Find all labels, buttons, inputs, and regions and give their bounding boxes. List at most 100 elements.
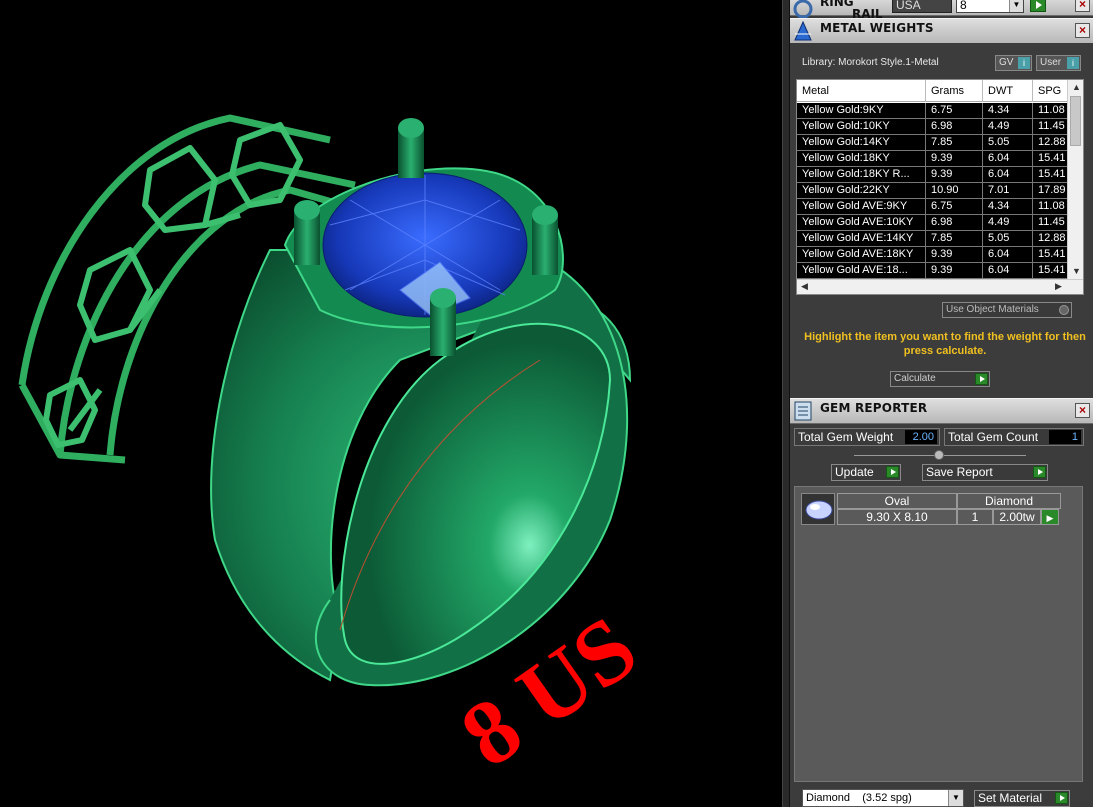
chevron-down-icon[interactable]: ▼ bbox=[1072, 266, 1081, 276]
save-report-label: Save Report bbox=[926, 465, 993, 479]
calculate-button[interactable]: Calculate bbox=[890, 371, 990, 387]
update-button[interactable]: Update bbox=[831, 464, 901, 481]
panel-divider[interactable] bbox=[782, 0, 790, 807]
ring-size-value: 8 bbox=[960, 0, 967, 12]
table-cell: 10.90 bbox=[926, 183, 983, 199]
info-icon: i bbox=[1067, 57, 1079, 69]
column-header[interactable]: DWT bbox=[983, 80, 1033, 102]
total-gem-count-value: 1 bbox=[1049, 430, 1081, 444]
total-gem-weight-value: 2.00 bbox=[905, 430, 937, 444]
apply-size-button[interactable] bbox=[1030, 0, 1046, 12]
ring-size-select[interactable]: 8 ▼ bbox=[956, 0, 1024, 13]
table-cell: 6.98 bbox=[926, 215, 983, 231]
user-label: User bbox=[1040, 57, 1062, 68]
metal-weights-header: METAL WEIGHTS × bbox=[790, 18, 1093, 44]
calculate-label: Calculate bbox=[894, 373, 936, 384]
save-report-button[interactable]: Save Report bbox=[922, 464, 1048, 481]
table-row[interactable]: Yellow Gold:9KY 6.75 4.34 11.08 bbox=[797, 103, 1073, 119]
play-icon[interactable] bbox=[886, 466, 899, 478]
use-object-materials-toggle[interactable]: Use Object Materials bbox=[942, 302, 1072, 318]
table-cell: 5.05 bbox=[983, 231, 1033, 247]
library-label: Library: Morokort Style.1-Metal bbox=[802, 57, 939, 68]
table-row[interactable]: Yellow Gold:18KY R... 9.39 6.04 15.41 bbox=[797, 167, 1073, 183]
chevron-left-icon[interactable]: ◀ bbox=[801, 281, 808, 292]
use-object-materials-label: Use Object Materials bbox=[946, 304, 1039, 315]
close-icon[interactable]: × bbox=[1075, 403, 1090, 418]
play-icon[interactable] bbox=[975, 373, 988, 385]
table-row[interactable]: Yellow Gold AVE:10KY 6.98 4.49 11.45 bbox=[797, 215, 1073, 231]
table-cell: Yellow Gold AVE:18... bbox=[797, 263, 926, 279]
table-row[interactable]: Yellow Gold:10KY 6.98 4.49 11.45 bbox=[797, 119, 1073, 135]
set-material-label: Set Material bbox=[978, 791, 1043, 805]
table-rows: Yellow Gold:9KY 6.75 4.34 11.08 Yellow Gold:… bbox=[797, 103, 1073, 279]
column-header[interactable]: Metal bbox=[797, 80, 926, 102]
table-row[interactable]: Yellow Gold:22KY 10.90 7.01 17.89 bbox=[797, 183, 1073, 199]
table-cell: 6.04 bbox=[983, 167, 1033, 183]
3d-viewport[interactable]: 8 US bbox=[0, 0, 782, 807]
gem-count: 1 bbox=[957, 509, 993, 525]
column-header[interactable]: Grams bbox=[926, 80, 983, 102]
table-cell: 6.75 bbox=[926, 199, 983, 215]
gem-list[interactable]: Oval Diamond 9.30 X 8.10 1 2.00tw ▶ bbox=[794, 486, 1083, 782]
table-cell: 4.49 bbox=[983, 119, 1033, 135]
set-material-button[interactable]: Set Material bbox=[974, 790, 1070, 807]
gem-material: Diamond bbox=[957, 493, 1061, 509]
play-icon[interactable] bbox=[1033, 466, 1046, 478]
chevron-right-icon[interactable]: ▶ bbox=[1055, 281, 1062, 292]
table-row[interactable]: Yellow Gold AVE:14KY 7.85 5.05 12.88 bbox=[797, 231, 1073, 247]
ring-rail-title-1: RING bbox=[820, 0, 854, 9]
close-icon[interactable]: × bbox=[1075, 0, 1090, 12]
chevron-down-icon[interactable]: ▼ bbox=[1009, 0, 1023, 12]
scroll-thumb[interactable] bbox=[1070, 96, 1081, 146]
table-cell: 7.85 bbox=[926, 231, 983, 247]
scale-icon bbox=[792, 20, 814, 42]
table-cell: Yellow Gold:18KY R... bbox=[797, 167, 926, 183]
table-cell: 9.39 bbox=[926, 151, 983, 167]
chevron-up-icon[interactable]: ▲ bbox=[1072, 82, 1081, 92]
material-select[interactable]: Diamond (3.52 spg) ▼ bbox=[802, 789, 964, 807]
table-row[interactable]: Yellow Gold AVE:18KY 9.39 6.04 15.41 bbox=[797, 247, 1073, 263]
side-panel: RING RAIL USA 8 ▼ × METAL WEIGHTS × Libr… bbox=[790, 0, 1093, 807]
table-cell: 6.75 bbox=[926, 103, 983, 119]
update-label: Update bbox=[835, 465, 874, 479]
table-cell: 6.98 bbox=[926, 119, 983, 135]
table-row[interactable]: Yellow Gold AVE:9KY 6.75 4.34 11.08 bbox=[797, 199, 1073, 215]
metal-weights-title: METAL WEIGHTS bbox=[820, 21, 934, 35]
table-cell: 6.04 bbox=[983, 247, 1033, 263]
panel-slider-handle[interactable] bbox=[934, 450, 944, 460]
table-cell: 9.39 bbox=[926, 247, 983, 263]
vertical-scrollbar[interactable]: ▲ ▼ bbox=[1067, 80, 1083, 280]
size-standard-select[interactable]: USA bbox=[892, 0, 952, 13]
table-row[interactable]: Yellow Gold:18KY 9.39 6.04 15.41 bbox=[797, 151, 1073, 167]
table-cell: 4.34 bbox=[983, 103, 1033, 119]
instruction-text: Highlight the item you want to find the … bbox=[804, 331, 1086, 357]
oval-gem-icon bbox=[801, 493, 835, 525]
gv-toggle[interactable]: GV i bbox=[995, 55, 1032, 71]
table-cell: Yellow Gold AVE:10KY bbox=[797, 215, 926, 231]
ring-rail-icon bbox=[792, 0, 814, 20]
metal-table[interactable]: Metal Grams DWT SPG Yellow Gold:9KY 6.75 4… bbox=[796, 79, 1084, 295]
total-gem-weight-label: Total Gem Weight bbox=[798, 430, 894, 444]
table-cell: 6.04 bbox=[983, 151, 1033, 167]
table-cell: 9.39 bbox=[926, 167, 983, 183]
table-cell: 4.49 bbox=[983, 215, 1033, 231]
gem-reporter-title: GEM REPORTER bbox=[820, 401, 928, 415]
gem-dimensions: 9.30 X 8.10 bbox=[837, 509, 957, 525]
chevron-down-icon[interactable]: ▼ bbox=[948, 790, 963, 806]
table-row[interactable]: Yellow Gold AVE:18... 9.39 6.04 15.41 bbox=[797, 263, 1073, 279]
ring-render: 8 US bbox=[18, 114, 654, 786]
play-icon: ▶ bbox=[1046, 513, 1054, 523]
total-gem-count: Total Gem Count 1 bbox=[944, 428, 1084, 446]
table-cell: 5.05 bbox=[983, 135, 1033, 151]
table-cell: 7.85 bbox=[926, 135, 983, 151]
table-row[interactable]: Yellow Gold:14KY 7.85 5.05 12.88 bbox=[797, 135, 1073, 151]
gem-weight: 2.00tw bbox=[993, 509, 1041, 525]
horizontal-scrollbar[interactable]: ◀ ▶ bbox=[797, 279, 1083, 294]
play-icon[interactable] bbox=[1055, 792, 1068, 804]
user-toggle[interactable]: User i bbox=[1036, 55, 1081, 71]
close-icon[interactable]: × bbox=[1075, 23, 1090, 38]
table-cell: Yellow Gold:22KY bbox=[797, 183, 926, 199]
gem-reporter-body: Total Gem Weight 2.00 Total Gem Count 1 … bbox=[790, 424, 1093, 807]
total-gem-weight: Total Gem Weight 2.00 bbox=[794, 428, 940, 446]
gem-go-button[interactable]: ▶ bbox=[1041, 509, 1059, 525]
